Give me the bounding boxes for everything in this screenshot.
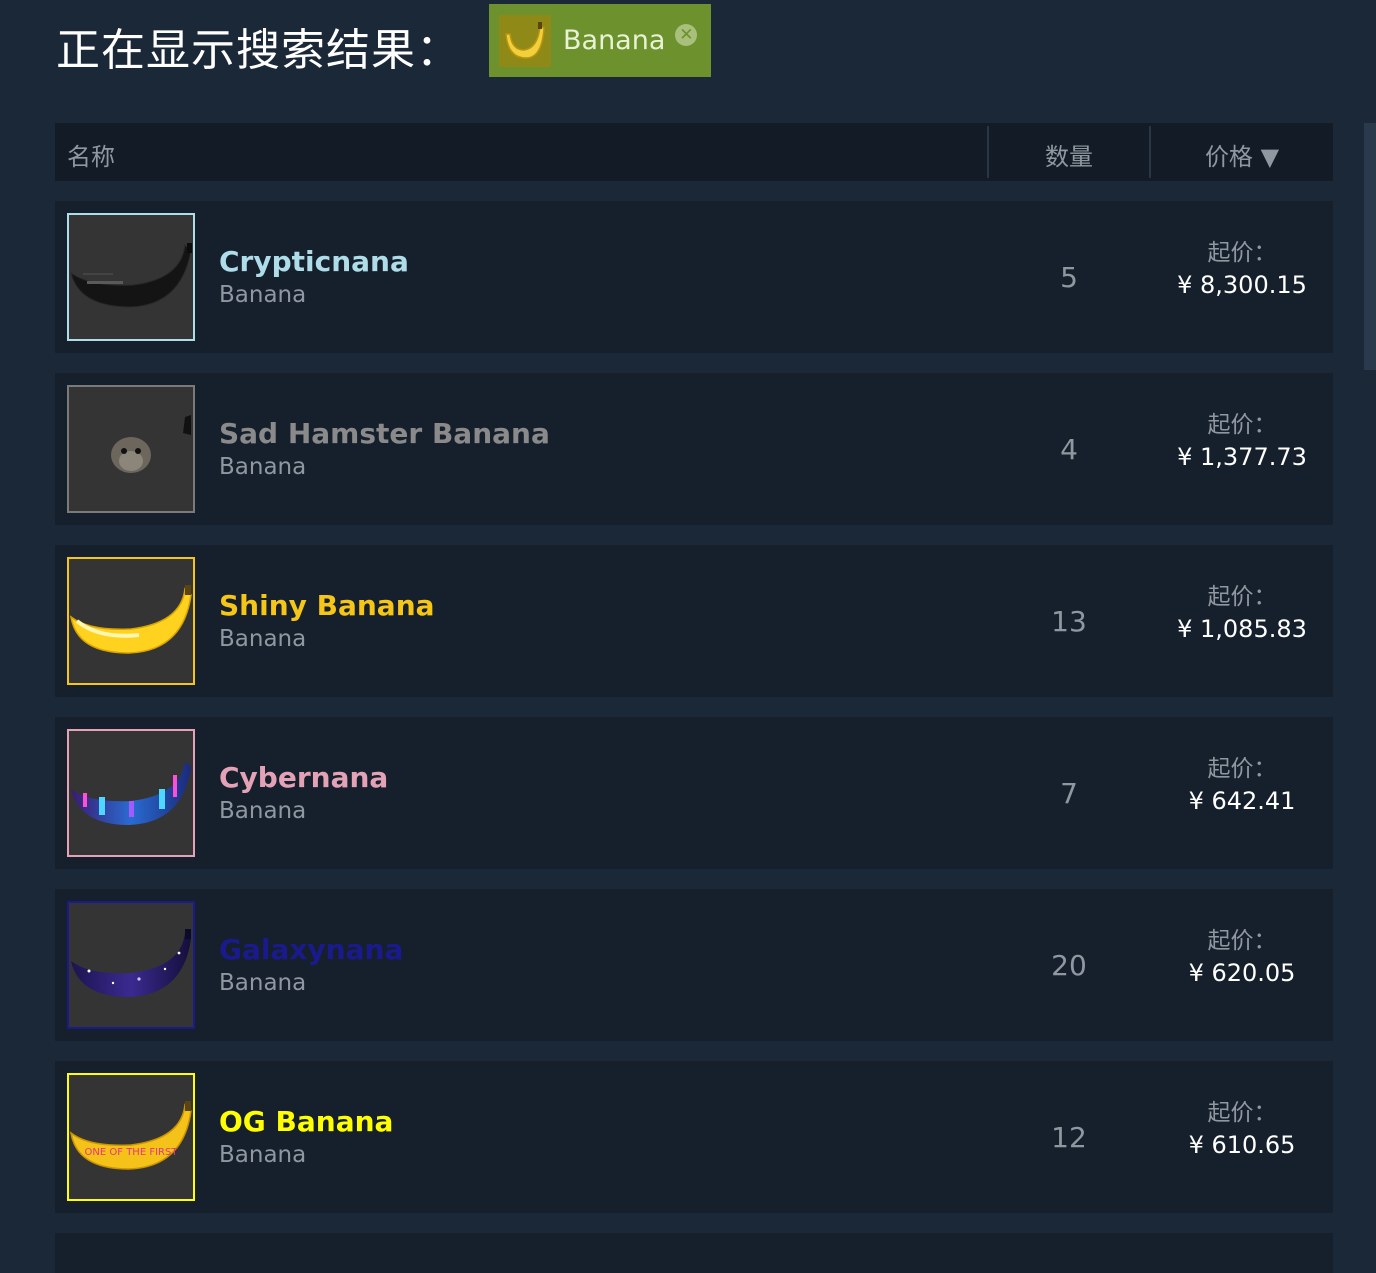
- item-thumbnail: [67, 729, 195, 857]
- price-box: 起价： ¥ 8,300.15: [1151, 233, 1333, 299]
- banana-game-icon: [499, 14, 551, 67]
- price-box: 起价： ¥ 642.41: [1151, 749, 1333, 815]
- scrollbar-thumb[interactable]: [1364, 123, 1376, 370]
- game-name: Banana: [219, 282, 307, 308]
- starting-price: ¥ 610.65: [1188, 1131, 1296, 1159]
- starting-price: ¥ 1,085.83: [1177, 615, 1307, 643]
- item-name[interactable]: Crypticnana: [219, 245, 409, 278]
- filter-tag-label: Banana: [563, 25, 666, 56]
- item-quantity: 7: [1060, 777, 1078, 810]
- item-quantity: 5: [1060, 261, 1078, 294]
- black-banana-icon: [70, 243, 192, 308]
- og-banana-icon: ONE OF THE FIRST: [69, 1101, 192, 1170]
- price-box: 起价： ¥ 610.65: [1151, 1093, 1333, 1159]
- starting-price: ¥ 8,300.15: [1177, 271, 1307, 299]
- item-name[interactable]: Galaxynana: [219, 933, 403, 966]
- starting-price-label: 起价：: [1207, 928, 1277, 954]
- listing-row[interactable]: Galaxynana Banana 20 起价： ¥ 620.05: [55, 889, 1333, 1041]
- item-quantity: 13: [1051, 605, 1087, 638]
- item-thumbnail: ONE OF THE FIRST: [67, 1073, 195, 1201]
- item-quantity: 12: [1051, 1121, 1087, 1154]
- game-name: Banana: [219, 970, 307, 996]
- price-box: 起价： ¥ 1,377.73: [1151, 405, 1333, 471]
- listing-row[interactable]: Crypticnana Banana 5 起价： ¥ 8,300.15: [55, 201, 1333, 353]
- item-name[interactable]: Sad Hamster Banana: [219, 417, 550, 450]
- search-results-title: 正在显示搜索结果：: [56, 25, 461, 76]
- item-name[interactable]: OG Banana: [219, 1105, 393, 1138]
- yellow-banana-icon: [69, 585, 192, 654]
- item-quantity: 4: [1060, 433, 1078, 466]
- column-header-quantity: 数量: [1045, 143, 1093, 171]
- og-banana-text: ONE OF THE FIRST: [85, 1147, 179, 1158]
- price-header-label: 价格: [1204, 143, 1253, 171]
- starting-price-label: 起价：: [1207, 240, 1277, 266]
- starting-price-label: 起价：: [1207, 1100, 1277, 1126]
- item-name[interactable]: Shiny Banana: [219, 589, 435, 622]
- price-box: 起价： ¥ 620.05: [1151, 921, 1333, 987]
- game-name: Banana: [219, 1142, 307, 1168]
- starting-price-label: 起价：: [1207, 584, 1277, 610]
- game-name: Banana: [219, 626, 307, 652]
- starting-price-label: 起价：: [1207, 756, 1277, 782]
- starting-price: ¥ 1,377.73: [1177, 443, 1307, 471]
- game-name: Banana: [219, 454, 307, 480]
- column-header-price-sort[interactable]: 价格 ▼: [1151, 137, 1333, 172]
- listing-row[interactable]: Shiny Banana Banana 13 起价： ¥ 1,085.83: [55, 545, 1333, 697]
- listing-row[interactable]: Sad Hamster Banana Banana 4 起价： ¥ 1,377.…: [55, 373, 1333, 525]
- listing-row[interactable]: ONE OF THE FIRST OG Banana Banana 12 起价：…: [55, 1061, 1333, 1213]
- item-thumbnail: [67, 557, 195, 685]
- item-thumbnail: [67, 901, 195, 1029]
- sort-down-icon: ▼: [1260, 143, 1280, 171]
- price-box: 起价： ¥ 1,085.83: [1151, 577, 1333, 643]
- listing-row-partial[interactable]: [55, 1233, 1333, 1273]
- item-quantity: 20: [1051, 949, 1087, 982]
- listing-row[interactable]: Cybernana Banana 7 起价： ¥ 642.41: [55, 717, 1333, 869]
- item-thumbnail: [67, 385, 195, 513]
- filter-tag-banana[interactable]: Banana ✕: [489, 4, 711, 77]
- hamster-banana-icon: [111, 415, 191, 473]
- cyber-city-banana-icon: [71, 761, 191, 825]
- item-name[interactable]: Cybernana: [219, 761, 388, 794]
- results-table-header: 名称 数量 价格 ▼: [55, 123, 1333, 181]
- game-name: Banana: [219, 798, 307, 824]
- starting-price-label: 起价：: [1207, 412, 1277, 438]
- starting-price: ¥ 642.41: [1188, 787, 1296, 815]
- close-circle-icon[interactable]: ✕: [675, 23, 698, 46]
- column-header-name: 名称: [67, 143, 115, 171]
- galaxy-banana-icon: [71, 929, 191, 997]
- starting-price: ¥ 620.05: [1188, 959, 1296, 987]
- item-thumbnail: [67, 213, 195, 341]
